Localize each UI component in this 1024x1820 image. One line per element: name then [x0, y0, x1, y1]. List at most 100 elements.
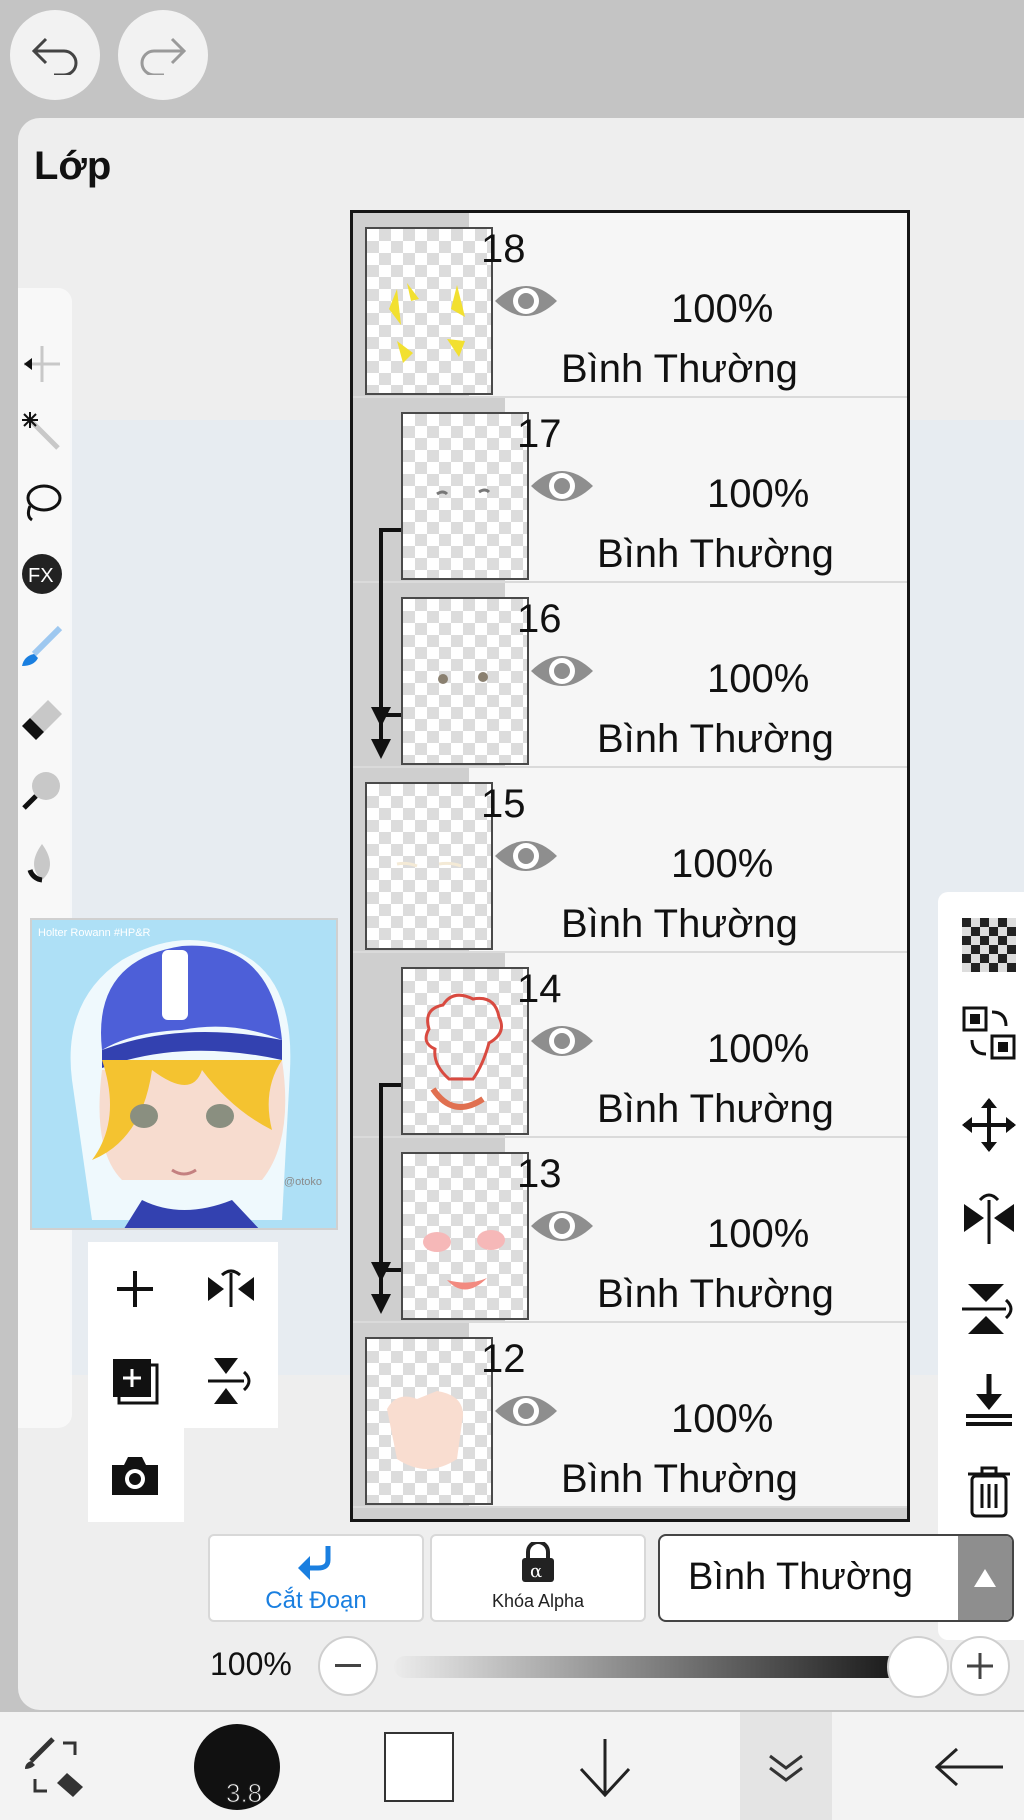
lasso-tool[interactable]: [18, 478, 66, 526]
eraser-icon: [22, 700, 62, 740]
transparency-button[interactable]: [956, 912, 1022, 978]
clip-arrow-icon: [371, 1083, 401, 1282]
layer-visibility-toggle[interactable]: [493, 1389, 559, 1433]
alpha-lock-button[interactable]: α Khóa Alpha: [430, 1534, 646, 1622]
flip-horizontal-icon: [208, 1269, 254, 1307]
clipping-indicator: [369, 1083, 405, 1293]
add-fill-layer-button[interactable]: [102, 1348, 168, 1414]
filter-tool[interactable]: FX: [18, 550, 66, 598]
layer-number: 12: [481, 1337, 526, 1381]
layer-visibility-toggle[interactable]: [493, 279, 559, 323]
eye-icon: [531, 656, 593, 686]
thumbnail-art: [389, 283, 465, 363]
color-swatch-button[interactable]: [384, 1732, 454, 1802]
layer-down-button[interactable]: [572, 1732, 638, 1802]
smudge-icon: [22, 772, 60, 810]
layer-thumbnail[interactable]: [401, 597, 529, 765]
flip-horizontal-button[interactable]: [198, 1256, 264, 1322]
layer-thumbnail[interactable]: [365, 1337, 493, 1505]
back-button[interactable]: [932, 1732, 1008, 1802]
layer-opacity: 100%: [707, 472, 810, 516]
drop-icon: [27, 844, 50, 883]
layer-blend-mode: Bình Thường: [597, 532, 834, 576]
add-layer-button[interactable]: [102, 1256, 168, 1322]
layer-visibility-toggle[interactable]: [529, 464, 595, 508]
layer-row[interactable]: 17 100% Bình Thường: [353, 398, 907, 583]
layer-visibility-toggle[interactable]: [493, 834, 559, 878]
layer-thumbnail[interactable]: [365, 782, 493, 950]
layer-visibility-toggle[interactable]: [529, 1204, 595, 1248]
layer-visibility-toggle[interactable]: [529, 649, 595, 693]
opacity-slider-thumb[interactable]: [887, 1636, 949, 1698]
magic-wand-tool[interactable]: [18, 408, 66, 456]
clipping-button[interactable]: Cắt Đoạn: [208, 1534, 424, 1622]
smudge-tool[interactable]: [18, 766, 66, 814]
layer-blend-mode: Bình Thường: [561, 1457, 798, 1501]
flip-vertical-icon: [962, 1284, 1013, 1334]
canvas-preview[interactable]: Holter Rowann #HP&R @otoko: [30, 918, 338, 1230]
thumbnail-art: [438, 672, 488, 684]
flip-vertical-button[interactable]: [198, 1348, 264, 1414]
layer-row[interactable]: 15 100% Bình Thường: [353, 768, 907, 953]
panel-title: Lớp: [34, 144, 112, 188]
chevron-double-down-icon: [769, 1754, 803, 1782]
clip-arrow-icon: [371, 713, 401, 759]
brush-size-button[interactable]: 3.8: [194, 1724, 280, 1810]
flip-layer-horizontal-button[interactable]: [956, 1184, 1022, 1250]
move-icon: [24, 346, 60, 382]
layer-row[interactable]: 16 100% Bình Thường: [353, 583, 907, 768]
flip-horizontal-icon: [964, 1193, 1014, 1244]
layer-panel-toggle-button[interactable]: [740, 1712, 832, 1820]
eye-icon: [495, 286, 557, 316]
merge-down-button[interactable]: [956, 1366, 1022, 1432]
blur-tool[interactable]: [18, 838, 66, 886]
bottom-toolbar: 3.8: [0, 1712, 1024, 1820]
undo-button[interactable]: [10, 10, 100, 100]
layer-row[interactable]: 14 100% Bình Thường: [353, 953, 907, 1138]
layer-actions-left: [88, 1242, 278, 1522]
layer-row[interactable]: 13 100% Bình Thường: [353, 1138, 907, 1323]
layer-number: 18: [481, 227, 526, 271]
layer-number: 13: [517, 1152, 562, 1196]
thumbnail-art: [396, 861, 462, 868]
swap-layer-button[interactable]: [956, 1000, 1022, 1066]
layer-opacity: 100%: [707, 1212, 810, 1256]
blend-mode-dropdown-button[interactable]: [958, 1536, 1012, 1620]
layer-row[interactable]: 12 100% Bình Thường: [353, 1323, 907, 1508]
opacity-increase-button[interactable]: [950, 1636, 1010, 1696]
layer-visibility-toggle[interactable]: [529, 1019, 595, 1063]
layer-blend-mode: Bình Thường: [597, 1272, 834, 1316]
opacity-slider[interactable]: [394, 1656, 918, 1678]
merge-down-icon: [966, 1374, 1012, 1426]
preview-watermark: Holter Rowann #HP&R: [38, 927, 151, 939]
undo-icon: [31, 37, 78, 75]
brush-tool[interactable]: [18, 622, 66, 670]
flip-layer-vertical-button[interactable]: [956, 1276, 1022, 1342]
eraser-tool[interactable]: [18, 694, 66, 742]
delete-layer-button[interactable]: [956, 1458, 1022, 1524]
move-tool[interactable]: [18, 340, 66, 388]
layer-thumbnail[interactable]: [401, 967, 529, 1135]
layer-opacity: 100%: [671, 1397, 774, 1441]
camera-button[interactable]: [102, 1442, 168, 1508]
layer-thumbnail[interactable]: [401, 412, 529, 580]
opacity-decrease-button[interactable]: [318, 1636, 378, 1696]
layer-number: 17: [517, 412, 562, 456]
layer-blend-mode: Bình Thường: [561, 347, 798, 391]
clip-arrow-icon: [371, 1268, 401, 1314]
triangle-up-icon: [974, 1569, 996, 1587]
plus-icon: [967, 1653, 993, 1679]
layer-number: 14: [517, 967, 562, 1011]
layer-row[interactable]: 18 100% Bình Thường: [353, 213, 907, 398]
thumbnail-art: [423, 1230, 505, 1290]
eye-icon: [531, 1026, 593, 1056]
blend-mode-select[interactable]: Bình Thường: [658, 1534, 1014, 1622]
layer-add-icon: [113, 1359, 159, 1405]
layer-thumbnail[interactable]: [365, 227, 493, 395]
move-layer-button[interactable]: [956, 1092, 1022, 1158]
tool-switch-button[interactable]: [20, 1732, 90, 1802]
layer-thumbnail[interactable]: [401, 1152, 529, 1320]
redo-button[interactable]: [118, 10, 208, 100]
camera-icon: [112, 1457, 158, 1495]
layer-opacity: 100%: [671, 287, 774, 331]
